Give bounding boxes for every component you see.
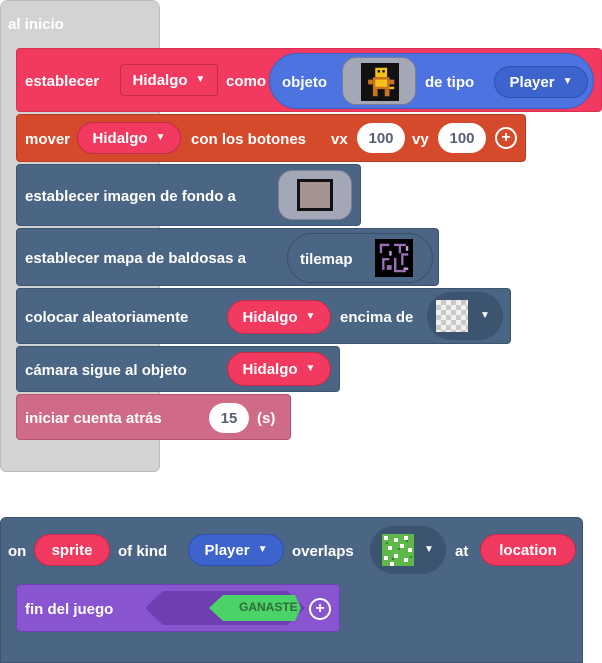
on-overlap-header: on sprite of kind Player ▼ overlaps ▼ at… <box>0 517 583 581</box>
with-buttons-label: con los botones <box>191 131 307 148</box>
location-parameter[interactable]: location <box>480 534 576 566</box>
chevron-down-icon: ▼ <box>424 544 434 555</box>
tilemap-block-label: establecer mapa de baldosas a <box>25 250 246 267</box>
overlaps-label: overlaps <box>292 543 354 560</box>
chevron-down-icon: ▼ <box>305 311 316 322</box>
add-parameter-button[interactable]: + <box>495 127 517 149</box>
set-label: establecer <box>25 73 100 90</box>
seconds-unit-label: (s) <box>257 410 276 427</box>
variable-dropdown-label: Hidalgo <box>132 71 188 89</box>
on-top-of-label: encima de <box>340 309 414 326</box>
camera-variable-dropdown[interactable]: Hidalgo ▼ <box>227 352 331 386</box>
tile-picker-dropdown[interactable]: ▼ <box>427 292 503 340</box>
set-tilemap-block[interactable]: establecer mapa de baldosas a tilemap <box>16 228 439 286</box>
place-variable-label: Hidalgo <box>242 308 298 326</box>
on-label: on <box>8 543 27 560</box>
start-countdown-block[interactable]: iniciar cuenta atrás 15 (s) <box>16 394 291 440</box>
sprite-create-reporter[interactable]: objeto de tipo Player ▼ <box>269 53 594 109</box>
move-variable-label: Hidalgo <box>92 129 148 147</box>
overlap-tile-picker[interactable]: ▼ <box>370 526 446 574</box>
set-background-block[interactable]: establecer imagen de fondo a <box>16 164 361 226</box>
background-image-picker[interactable] <box>278 170 352 220</box>
game-result-label: GANASTE <box>239 600 298 614</box>
sprite-kind-dropdown[interactable]: Player ▼ <box>494 66 588 98</box>
chevron-down-icon: ▼ <box>480 310 490 321</box>
chevron-down-icon: ▼ <box>305 363 316 374</box>
chevron-down-icon: ▼ <box>257 544 268 555</box>
set-sprite-block[interactable]: establecer Hidalgo ▼ como objeto de tipo <box>16 48 602 112</box>
countdown-input[interactable]: 15 <box>209 403 249 433</box>
move-variable-dropdown[interactable]: Hidalgo ▼ <box>77 122 181 154</box>
add-parameter-button[interactable]: + <box>309 598 331 620</box>
camera-variable-label: Hidalgo <box>242 360 298 378</box>
sprite-parameter-label: sprite <box>51 541 93 559</box>
object-label: objeto <box>282 74 327 91</box>
of-kind-event-label: of kind <box>118 543 168 560</box>
chevron-down-icon: ▼ <box>562 76 573 87</box>
vy-label: vy <box>412 131 429 148</box>
game-over-label: fin del juego <box>25 601 114 618</box>
location-parameter-label: location <box>499 541 557 559</box>
background-image-icon <box>297 179 333 211</box>
sprite-image-picker[interactable] <box>342 57 416 105</box>
sprite-parameter[interactable]: sprite <box>34 534 110 566</box>
variable-dropdown[interactable]: Hidalgo ▼ <box>120 64 218 96</box>
tilemap-icon <box>375 239 413 277</box>
vy-input[interactable]: 100 <box>438 123 486 153</box>
on-start-label: al inicio <box>8 16 64 33</box>
as-label: como <box>226 73 267 90</box>
vx-input[interactable]: 100 <box>357 123 405 153</box>
at-label: at <box>455 543 469 560</box>
tilemap-label: tilemap <box>300 251 353 268</box>
grass-tile-icon <box>382 534 414 566</box>
tilemap-reporter[interactable]: tilemap <box>287 233 433 283</box>
monkey-sprite-icon <box>361 63 399 101</box>
camera-label: cámara sigue al objeto <box>25 362 187 379</box>
countdown-label: iniciar cuenta atrás <box>25 410 162 427</box>
chevron-down-icon: ▼ <box>155 132 166 143</box>
move-label: mover <box>25 131 71 148</box>
camera-follow-block[interactable]: cámara sigue al objeto Hidalgo ▼ <box>16 346 340 392</box>
of-kind-label: de tipo <box>425 74 475 91</box>
background-label: establecer imagen de fondo a <box>25 188 236 205</box>
place-variable-dropdown[interactable]: Hidalgo ▼ <box>227 300 331 334</box>
move-with-buttons-block[interactable]: mover Hidalgo ▼ con los botones vx 100 v… <box>16 114 526 162</box>
sprite-kind-dropdown-label: Player <box>509 73 555 91</box>
vx-label: vx <box>331 131 348 148</box>
chevron-down-icon: ▼ <box>195 74 206 85</box>
overlap-kind-dropdown[interactable]: Player ▼ <box>188 534 284 566</box>
overlap-kind-label: Player <box>204 541 250 559</box>
transparent-tile-icon <box>436 300 468 332</box>
place-label: colocar aleatoriamente <box>25 309 189 326</box>
game-over-block[interactable]: fin del juego GANASTE + <box>16 584 340 632</box>
place-randomly-block[interactable]: colocar aleatoriamente Hidalgo ▼ encima … <box>16 288 511 344</box>
